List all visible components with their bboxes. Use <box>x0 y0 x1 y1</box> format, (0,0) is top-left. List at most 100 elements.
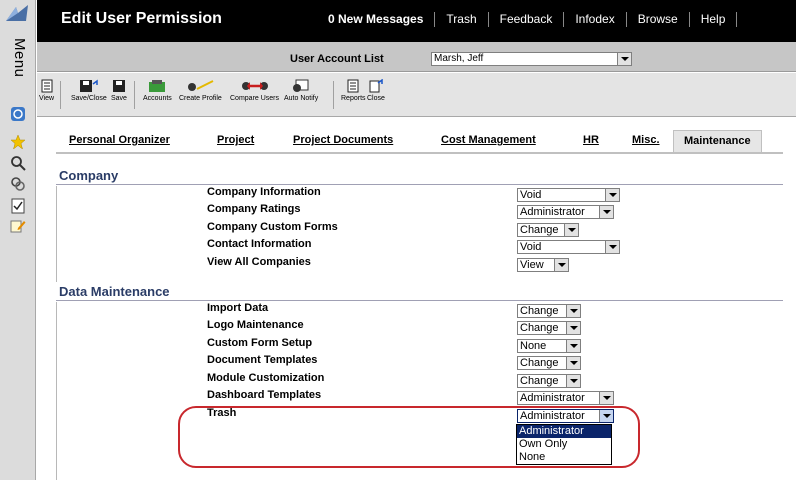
chevron-down-icon[interactable] <box>566 375 580 387</box>
edit-icon[interactable] <box>10 218 26 234</box>
chevron-down-icon[interactable] <box>605 241 619 253</box>
auto-notify-label: Auto Notify <box>284 95 319 102</box>
perm-value: Administrator <box>520 206 585 218</box>
perm-value: Administrator <box>520 392 585 404</box>
chevron-down-icon[interactable] <box>566 322 580 334</box>
save-close-icon <box>79 79 98 92</box>
perm-select[interactable]: Change <box>517 374 581 388</box>
perm-select[interactable]: Change <box>517 304 581 318</box>
close-button[interactable]: Close <box>367 79 385 103</box>
tab-maintenance[interactable]: Maintenance <box>673 130 762 152</box>
chevron-down-icon[interactable] <box>566 357 580 369</box>
accounts-icon <box>149 80 166 92</box>
auto-notify-button[interactable]: Auto Notify <box>284 79 318 103</box>
close-icon <box>369 79 383 93</box>
perm-label: Logo Maintenance <box>207 319 304 331</box>
chevron-down-icon[interactable] <box>605 189 619 201</box>
perm-value: Change <box>520 375 559 387</box>
company-rows: Company Information Void Company Ratings… <box>56 186 783 282</box>
perm-select[interactable]: Change <box>517 356 581 370</box>
perm-value: Void <box>520 189 542 201</box>
close-label: Close <box>367 95 385 102</box>
user-account-label: User Account List <box>290 53 384 65</box>
view-icon <box>41 79 53 93</box>
feedback-link[interactable]: Feedback <box>489 12 565 27</box>
browse-link[interactable]: Browse <box>627 12 690 27</box>
help-link[interactable]: Help <box>690 12 738 27</box>
perm-value: View <box>520 259 544 271</box>
user-account-select[interactable]: Marsh, Jeff <box>431 52 632 66</box>
account-bar: User Account List Marsh, Jeff <box>37 42 796 72</box>
perm-value: Change <box>520 322 559 334</box>
tab-project-documents[interactable]: Project Documents <box>293 134 393 146</box>
tab-misc[interactable]: Misc. <box>632 134 660 146</box>
section-company: Company <box>56 166 783 185</box>
chevron-down-icon[interactable] <box>599 392 613 404</box>
save-button[interactable]: Save <box>111 79 127 103</box>
user-account-value: Marsh, Jeff <box>434 53 484 64</box>
toolbar-divider <box>60 81 61 109</box>
view-label: View <box>39 95 55 102</box>
chevron-down-icon[interactable] <box>566 305 580 317</box>
chevron-down-icon[interactable] <box>564 224 578 236</box>
reports-button[interactable]: Reports <box>341 79 366 103</box>
accounts-label: Accounts <box>143 95 172 102</box>
chevron-down-icon[interactable] <box>617 53 631 65</box>
toolbar-divider <box>333 81 334 109</box>
perm-value: Change <box>520 305 559 317</box>
tab-project[interactable]: Project <box>217 134 254 146</box>
chevron-down-icon[interactable] <box>599 206 613 218</box>
left-rail: Menu <box>0 0 36 480</box>
perm-label: Company Custom Forms <box>207 221 338 233</box>
save-label: Save <box>111 95 127 102</box>
perm-select[interactable]: Administrator <box>517 205 614 219</box>
reports-label: Reports <box>341 95 366 102</box>
toolbar: View Save/Close Save Accounts Create Pro… <box>37 73 796 117</box>
info-icon[interactable] <box>10 106 26 122</box>
chevron-down-icon[interactable] <box>554 259 568 271</box>
checklist-icon[interactable] <box>10 198 26 214</box>
tools-icon[interactable] <box>10 176 26 192</box>
menu-label[interactable]: Menu <box>8 38 28 78</box>
auto-notify-icon <box>293 79 309 92</box>
tab-cost-management[interactable]: Cost Management <box>441 134 536 146</box>
top-header: Edit User Permission 0 New Messages Tras… <box>37 0 796 42</box>
save-close-button[interactable]: Save/Close <box>71 79 107 103</box>
compare-users-label: Compare Users <box>230 95 280 102</box>
perm-select[interactable]: Change <box>517 321 581 335</box>
top-nav: 0 New Messages Trash Feedback Infodex Br… <box>328 12 738 27</box>
compare-users-button[interactable]: Compare Users <box>230 79 279 103</box>
create-profile-button[interactable]: Create Profile <box>179 79 222 103</box>
perm-select[interactable]: Administrator <box>517 391 614 405</box>
tab-hr[interactable]: HR <box>583 134 599 146</box>
perm-select[interactable]: View <box>517 258 569 272</box>
perm-label: Company Information <box>207 186 321 198</box>
toolbar-divider <box>134 81 135 109</box>
perm-label: Custom Form Setup <box>207 337 313 349</box>
accounts-button[interactable]: Accounts <box>143 79 172 103</box>
perm-select[interactable]: Void <box>517 188 620 202</box>
perm-label: Module Customization <box>207 372 325 384</box>
highlight-annotation <box>178 406 640 468</box>
star-icon[interactable] <box>10 134 26 150</box>
reports-icon <box>347 79 359 93</box>
save-icon <box>112 80 125 92</box>
tab-personal-organizer[interactable]: Personal Organizer <box>69 134 170 146</box>
infodex-link[interactable]: Infodex <box>564 12 627 27</box>
section-title-company: Company <box>59 168 119 183</box>
chevron-down-icon[interactable] <box>566 340 580 352</box>
search-icon[interactable] <box>10 155 26 171</box>
page-title: Edit User Permission <box>61 10 222 27</box>
app-logo-icon[interactable] <box>4 3 30 23</box>
view-button[interactable]: View <box>39 79 54 103</box>
perm-select[interactable]: None <box>517 339 581 353</box>
perm-value: Change <box>520 357 559 369</box>
new-messages-link[interactable]: 0 New Messages <box>328 12 436 27</box>
perm-value: None <box>520 340 547 352</box>
perm-select[interactable]: Change <box>517 223 579 237</box>
perm-label: Import Data <box>207 302 269 314</box>
perm-value: Void <box>520 241 542 253</box>
perm-label: Document Templates <box>207 354 318 366</box>
trash-link[interactable]: Trash <box>435 12 489 27</box>
perm-select[interactable]: Void <box>517 240 620 254</box>
